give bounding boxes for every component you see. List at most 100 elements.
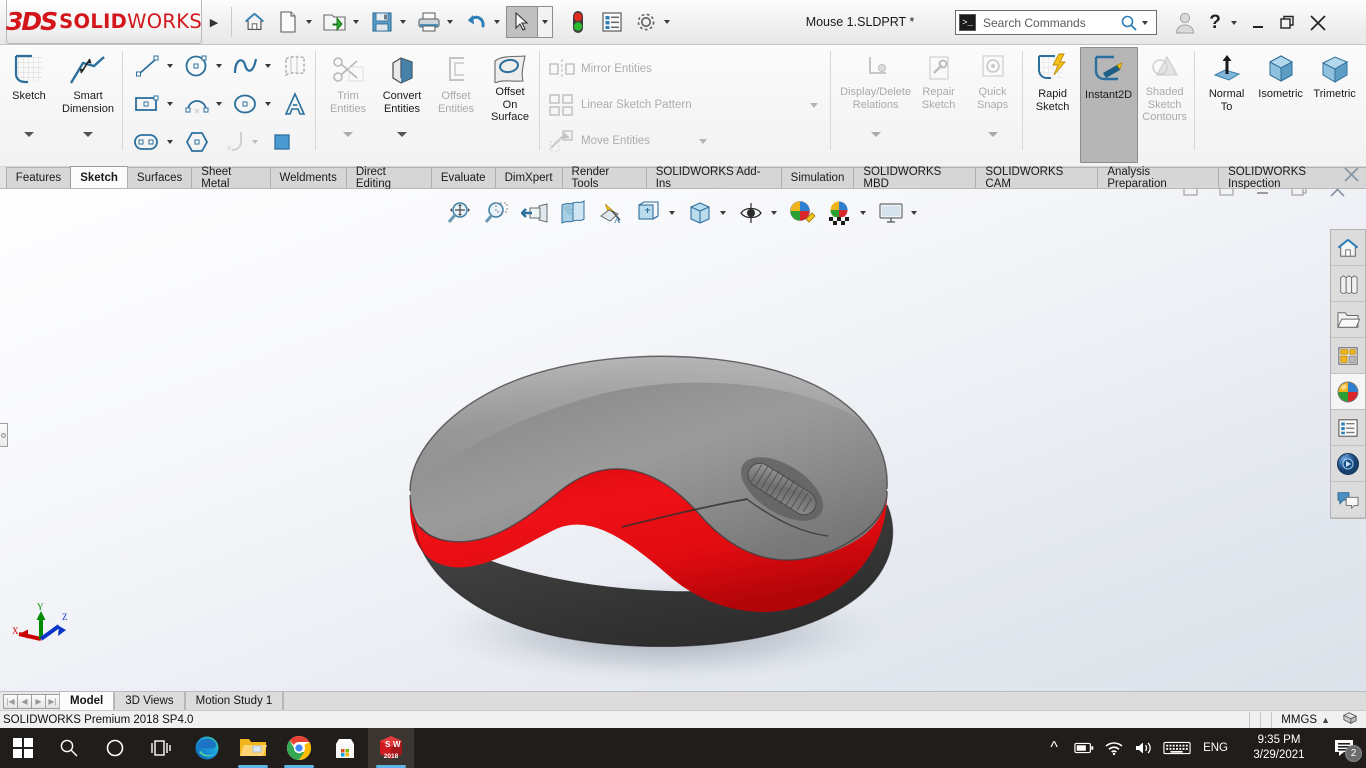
undo-button[interactable] <box>459 4 493 40</box>
user-account-button[interactable] <box>1170 8 1200 38</box>
doc-maximize-button[interactable] <box>1291 189 1309 202</box>
line-tool-button[interactable] <box>130 49 166 83</box>
tab-features[interactable]: Features <box>5 167 72 188</box>
tab-sketch[interactable]: Sketch <box>70 166 128 188</box>
open-document-button[interactable] <box>318 4 352 40</box>
ribbon-quick-snaps-button[interactable]: Quick Snaps <box>966 47 1020 143</box>
slot-tool-button[interactable] <box>130 125 166 159</box>
search-commands-box[interactable]: >_ Search Commands <box>955 10 1157 35</box>
trim-entities-caret[interactable] <box>343 132 353 137</box>
convert-entities-caret[interactable] <box>397 132 407 137</box>
ribbon-smart-dimension-button[interactable]: Smart Dimension <box>56 47 120 143</box>
move-entities-caret[interactable] <box>699 138 708 144</box>
bottom-tab-model[interactable]: Model <box>59 692 115 710</box>
zoom-to-area-button[interactable] <box>478 196 516 230</box>
bottom-tab-3d-views[interactable]: 3D Views <box>114 692 185 710</box>
display-manager-caret[interactable] <box>911 211 917 215</box>
help-caret[interactable] <box>1231 21 1237 25</box>
task-pane-file-explorer[interactable] <box>1331 302 1365 338</box>
minimize-button[interactable] <box>1243 8 1273 38</box>
ribbon-shaded-sketch-contours-button[interactable]: Shaded Sketch Contours <box>1138 47 1192 143</box>
display-style-button[interactable] <box>630 196 668 230</box>
graphics-viewport[interactable]: A X Y Z ⌃ <box>0 189 1366 691</box>
chrome-button[interactable] <box>276 728 322 768</box>
ribbon-linear-sketch-pattern-button[interactable]: Linear Sketch Pattern <box>547 87 828 123</box>
microsoft-store-button[interactable] <box>322 728 368 768</box>
task-pane-appearances[interactable] <box>1331 374 1365 410</box>
select-caret[interactable] <box>542 20 548 24</box>
tab-analysis-preparation[interactable]: Analysis Preparation <box>1097 166 1220 190</box>
collapse-ribbon-icon[interactable] <box>1343 166 1360 187</box>
keyboard-icon[interactable] <box>1159 728 1195 768</box>
restore-button[interactable] <box>1273 8 1303 38</box>
display-delete-relations-caret[interactable] <box>870 132 881 137</box>
select-caret-box[interactable] <box>538 6 553 38</box>
rebuild-button[interactable] <box>561 4 595 40</box>
ellipse-tool-caret[interactable] <box>265 102 271 106</box>
polygon-tool-button[interactable] <box>179 125 215 159</box>
options-button[interactable] <box>629 4 663 40</box>
units-indicator[interactable]: MMGS <box>1277 714 1321 726</box>
tab-dimxpert[interactable]: DimXpert <box>494 167 563 188</box>
tab-sheet-metal[interactable]: Sheet Metal <box>191 166 271 190</box>
tab-evaluate[interactable]: Evaluate <box>430 167 496 188</box>
edge-button[interactable] <box>184 728 230 768</box>
nav-last-button[interactable]: ▶| <box>45 693 60 709</box>
view-settings-caret[interactable] <box>771 211 777 215</box>
smart-dimension-dropdown-caret[interactable] <box>83 132 93 137</box>
print-caret[interactable] <box>447 20 453 24</box>
sketch-fillet-button[interactable] <box>215 125 251 159</box>
tab-simulation[interactable]: Simulation <box>780 167 855 188</box>
task-pane-comments[interactable] <box>1331 482 1365 518</box>
ribbon-trim-entities-button[interactable]: Trim Entities <box>321 47 375 143</box>
circle-tool-button[interactable] <box>179 49 215 83</box>
quick-snaps-caret[interactable] <box>987 132 998 137</box>
tab-solidworks-cam[interactable]: SOLIDWORKS CAM <box>975 166 1099 190</box>
tab-surfaces[interactable]: Surfaces <box>126 167 193 188</box>
tab-weldments[interactable]: Weldments <box>269 167 347 188</box>
open-document-caret[interactable] <box>353 20 359 24</box>
ribbon-rapid-sketch-button[interactable]: Rapid Sketch <box>1026 47 1080 143</box>
doc-restore-2-button[interactable] <box>1219 189 1235 202</box>
menu-expand-arrow[interactable]: ▶ <box>202 0 226 44</box>
linear-sketch-pattern-caret[interactable] <box>809 102 818 108</box>
computer-mouse-model[interactable] <box>400 319 960 689</box>
search-taskbar-button[interactable] <box>46 728 92 768</box>
options-caret[interactable] <box>664 20 670 24</box>
zoom-to-fit-button[interactable] <box>440 196 478 230</box>
battery-icon[interactable] <box>1069 728 1099 768</box>
search-caret[interactable] <box>1142 20 1148 25</box>
ribbon-dimetric-button[interactable]: Dimetric <box>1362 47 1366 143</box>
language-indicator[interactable]: ENG <box>1195 742 1236 754</box>
slot-tool-caret[interactable] <box>167 140 173 144</box>
task-pane-resources[interactable] <box>1331 230 1365 266</box>
save-caret[interactable] <box>400 20 406 24</box>
task-pane-custom-properties[interactable] <box>1331 410 1365 446</box>
ribbon-normal-to-button[interactable]: Normal To <box>1200 47 1254 143</box>
ribbon-sketch-button[interactable]: Sketch <box>2 47 56 143</box>
action-center-button[interactable]: 2 <box>1322 728 1366 768</box>
arc-tool-caret[interactable] <box>216 102 222 106</box>
view-setting-sphere-button[interactable] <box>821 196 859 230</box>
home-button[interactable] <box>237 4 271 40</box>
doc-close-button[interactable] <box>1329 189 1346 203</box>
previous-view-button[interactable] <box>516 196 554 230</box>
task-pane-solidworks-forum[interactable]: ⌃ <box>1331 446 1365 482</box>
start-button[interactable] <box>0 728 46 768</box>
ribbon-offset-on-surface-button[interactable]: Offset On Surface <box>483 47 537 143</box>
solidworks-taskbar-button[interactable]: S W 2018 <box>368 728 414 768</box>
tab-solidworks-add-ins[interactable]: SOLIDWORKS Add-Ins <box>645 166 782 190</box>
ribbon-convert-entities-button[interactable]: Convert Entities <box>375 47 429 143</box>
help-button[interactable]: ? <box>1200 8 1230 38</box>
section-view-button[interactable] <box>554 196 592 230</box>
tab-solidworks-mbd[interactable]: SOLIDWORKS MBD <box>853 166 977 190</box>
cortana-button[interactable] <box>92 728 138 768</box>
ribbon-instant2d-button[interactable]: Instant2D <box>1079 47 1138 163</box>
view-settings-button[interactable] <box>732 196 770 230</box>
arc-tool-button[interactable] <box>179 87 215 121</box>
feature-tree-splitter[interactable] <box>0 423 8 447</box>
hide-show-items-caret[interactable] <box>720 211 726 215</box>
new-document-button[interactable] <box>271 4 305 40</box>
solidworks-logo[interactable]: 3DS SOLIDWORKS <box>6 0 202 44</box>
ellipse-tool-button[interactable] <box>228 87 264 121</box>
